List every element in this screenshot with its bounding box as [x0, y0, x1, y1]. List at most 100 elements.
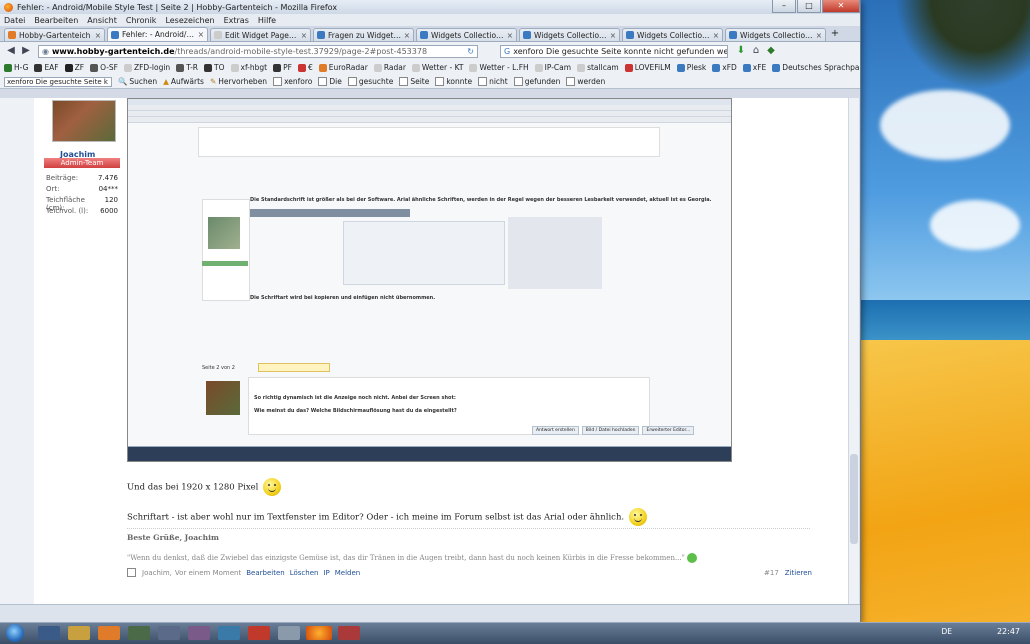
tab-close-icon[interactable]: ×: [95, 31, 101, 40]
tab-close-icon[interactable]: ×: [713, 31, 719, 40]
back-icon[interactable]: ◀: [4, 44, 18, 58]
page-scrollbar[interactable]: [848, 98, 859, 604]
highlight-term-0[interactable]: xenforo: [273, 77, 312, 86]
menu-lesezeichen[interactable]: Lesezeichen: [165, 16, 214, 25]
download-icon[interactable]: ⬇: [734, 44, 748, 58]
taskbar-app-explorer-icon[interactable]: [38, 626, 60, 640]
bookmark-3[interactable]: O-SF: [90, 63, 118, 72]
highlight-term-checkbox[interactable]: [399, 77, 409, 86]
highlight-term-6[interactable]: gefunden: [513, 77, 560, 86]
taskbar-app-icon[interactable]: [278, 626, 300, 640]
taskbar-app-icon[interactable]: [158, 626, 180, 640]
menu-hilfe[interactable]: Hilfe: [258, 16, 276, 25]
tab-5[interactable]: Widgets Collection for Wid...×: [519, 28, 620, 41]
minimize-button[interactable]: –: [772, 0, 796, 13]
toolbar-search-select[interactable]: xenforo Die gesuchte Seite k: [4, 76, 112, 87]
post-author[interactable]: Joachim,: [142, 569, 172, 577]
taskbar-app-icon[interactable]: [128, 626, 150, 640]
bookmark-20[interactable]: Deutsches Sprachpake...: [772, 63, 860, 72]
bookmark-18[interactable]: xFD: [712, 63, 737, 72]
tab-6[interactable]: Widgets Collection for Wid...×: [622, 28, 723, 41]
toolbar-search-button[interactable]: 🔍 Suchen: [118, 77, 157, 86]
delete-link[interactable]: Löschen: [290, 569, 319, 577]
menu-chronik[interactable]: Chronik: [126, 16, 157, 25]
taskbar-app-icon[interactable]: [218, 626, 240, 640]
tab-close-icon[interactable]: ×: [404, 31, 410, 40]
highlight-term-checkbox[interactable]: [513, 77, 523, 86]
tab-0[interactable]: Hobby-Gartenteich ×: [4, 28, 105, 41]
taskbar-app-icon[interactable]: [338, 626, 360, 640]
bookmark-1[interactable]: EAF: [34, 63, 59, 72]
new-tab-button[interactable]: +: [828, 28, 842, 41]
tab-close-icon[interactable]: ×: [507, 31, 513, 40]
menu-datei[interactable]: Datei: [4, 16, 25, 25]
bookmark-7[interactable]: xf-hbgt: [230, 63, 267, 72]
edit-link[interactable]: Bearbeiten: [246, 569, 284, 577]
highlight-term-checkbox[interactable]: [566, 77, 576, 86]
highlight-term-4[interactable]: konnte: [435, 77, 472, 86]
tab-close-icon[interactable]: ×: [816, 31, 822, 40]
toolbar-hervorheben-button[interactable]: ✎ Hervorheben: [210, 77, 267, 86]
bookmark-19[interactable]: xFE: [742, 63, 766, 72]
bookmark-10[interactable]: EuroRadar: [318, 63, 368, 72]
bookmark-12[interactable]: Wetter - KT: [411, 63, 463, 72]
reload-icon[interactable]: ↻: [467, 47, 474, 56]
highlight-term-checkbox[interactable]: [478, 77, 488, 86]
close-button[interactable]: ✕: [822, 0, 860, 13]
taskbar-app-icon[interactable]: [248, 626, 270, 640]
quote-link[interactable]: Zitieren: [785, 569, 812, 577]
tab-3[interactable]: Fragen zu Widget Framew...×: [313, 28, 414, 41]
highlight-term-7[interactable]: werden: [566, 77, 605, 86]
menu-ansicht[interactable]: Ansicht: [87, 16, 117, 25]
tab-7[interactable]: Widgets Collection for Wid...×: [725, 28, 826, 41]
forward-icon[interactable]: ▶: [19, 44, 33, 58]
embedded-screenshot-image[interactable]: Die Standardschrift ist größer als bei d…: [127, 98, 732, 462]
ip-link[interactable]: IP: [323, 569, 329, 577]
highlight-term-checkbox[interactable]: [435, 77, 445, 86]
tab-close-icon[interactable]: ×: [610, 31, 616, 40]
taskbar-app-firefox-icon[interactable]: [306, 626, 332, 640]
maximize-button[interactable]: □: [797, 0, 821, 13]
tab-close-icon[interactable]: ×: [301, 31, 307, 40]
url-bar[interactable]: ◉ www.hobby-gartenteich.de /threads/andr…: [38, 44, 478, 58]
highlight-term-checkbox[interactable]: [347, 77, 357, 86]
menu-bearbeiten[interactable]: Bearbeiten: [34, 16, 78, 25]
bookmark-15[interactable]: stallcam: [577, 63, 619, 72]
bookmark-9[interactable]: €: [297, 63, 313, 72]
highlight-term-3[interactable]: Seite: [399, 77, 429, 86]
highlight-term-5[interactable]: nicht: [478, 77, 508, 86]
system-clock[interactable]: 22:47: [997, 627, 1020, 636]
scrollbar-thumb[interactable]: [850, 454, 858, 544]
post-select-checkbox[interactable]: [127, 568, 136, 577]
bookmark-17[interactable]: Plesk: [676, 63, 706, 72]
tab-2[interactable]: Edit Widget Page: Startseit...×: [210, 28, 311, 41]
avatar[interactable]: [52, 100, 116, 142]
bookmark-11[interactable]: Radar: [373, 63, 406, 72]
search-input[interactable]: G xenforo Die gesuchte Seite konnte nich…: [500, 44, 728, 58]
addon-icon[interactable]: ◆: [764, 44, 778, 58]
bookmark-13[interactable]: Wetter - L.FH: [469, 63, 529, 72]
highlight-term-checkbox[interactable]: [318, 77, 328, 86]
bookmark-8[interactable]: PF: [273, 63, 292, 72]
start-button[interactable]: [6, 624, 24, 642]
bookmark-5[interactable]: T-R: [176, 63, 198, 72]
language-indicator[interactable]: DE: [941, 627, 952, 636]
home-icon[interactable]: ⌂: [749, 44, 763, 58]
menu-extras[interactable]: Extras: [224, 16, 249, 25]
tab-4[interactable]: Widgets Collection for Wid...×: [416, 28, 517, 41]
bookmark-16[interactable]: LOVEFiLM: [624, 63, 671, 72]
highlight-term-1[interactable]: Die: [318, 77, 342, 86]
bookmark-4[interactable]: ZFD-login: [123, 63, 170, 72]
taskbar-app-icon[interactable]: [188, 626, 210, 640]
bookmark-14[interactable]: IP-Cam: [534, 63, 571, 72]
highlight-term-2[interactable]: gesuchte: [347, 77, 393, 86]
highlight-term-checkbox[interactable]: [273, 77, 283, 86]
bookmark-6[interactable]: TO: [204, 63, 225, 72]
tab-1[interactable]: Fehler: - Android/Mobile S...×: [107, 27, 208, 41]
toolbar-aufwaerts-button[interactable]: ▲ Aufwärts: [163, 77, 204, 86]
taskbar-app-folder-icon[interactable]: [68, 626, 90, 640]
bookmark-0[interactable]: H-G: [4, 63, 28, 72]
post-number[interactable]: #17: [764, 569, 779, 577]
taskbar-app-media-icon[interactable]: [98, 626, 120, 640]
tab-close-icon[interactable]: ×: [198, 30, 204, 39]
